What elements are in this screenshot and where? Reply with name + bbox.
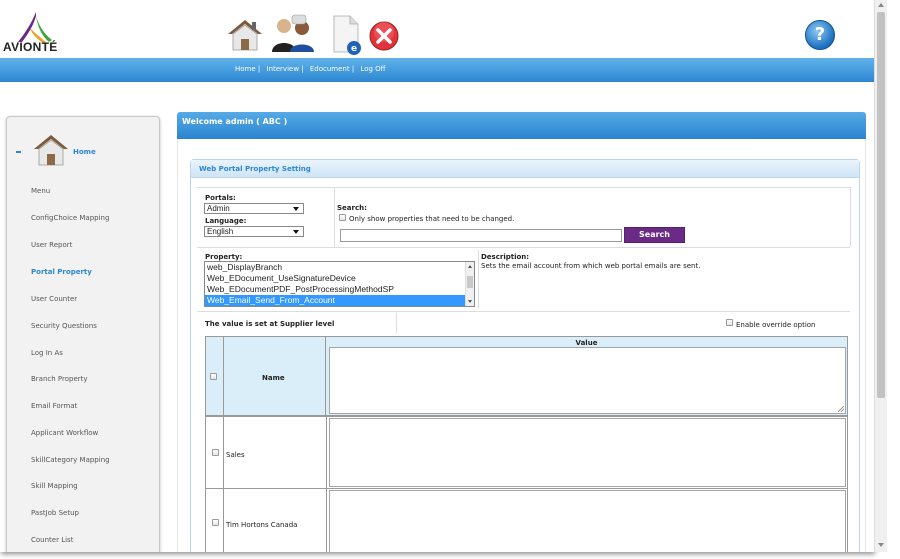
row-checkbox[interactable] [212, 519, 219, 526]
divider [334, 187, 335, 247]
divider [197, 187, 850, 188]
listbox-scrollbar[interactable] [465, 262, 474, 306]
page-scrollbar[interactable] [874, 0, 887, 552]
table-row-divider [205, 416, 848, 417]
sidebar-item-pastjob-setup[interactable]: PastJob Setup [31, 509, 79, 517]
sidebar-item-counter-list[interactable]: Counter List [31, 536, 73, 544]
search-label: Search: [337, 204, 367, 212]
sidebar-item-email-format[interactable]: Email Format [31, 402, 77, 410]
scroll-thumb[interactable] [877, 12, 885, 398]
nav-edocument-link[interactable]: Edocument | [310, 65, 354, 73]
property-option[interactable]: Web_EDocument_UseSignatureDevice [205, 273, 474, 284]
portals-value: Admin [207, 204, 230, 213]
property-option[interactable]: web_DisplayBranch [205, 262, 474, 273]
scroll-up-icon[interactable] [468, 265, 472, 268]
row-name: Sales [226, 451, 245, 459]
sidebar-item-user-report[interactable]: User Report [31, 241, 72, 249]
sidebar-item-configchoice-mapping[interactable]: ConfigChoice Mapping [31, 214, 109, 222]
panel-title: Web Portal Property Setting [199, 165, 311, 173]
select-all-checkbox[interactable] [210, 373, 217, 380]
language-select[interactable]: English [204, 226, 304, 237]
name-header: Name [262, 374, 285, 382]
search-button[interactable]: Search [624, 227, 685, 243]
chevron-down-icon [293, 207, 299, 211]
sidebar-item-skillcategory-mapping[interactable]: SkillCategory Mapping [31, 456, 110, 464]
portals-select[interactable]: Admin [204, 203, 304, 214]
logoff-icon[interactable] [368, 20, 400, 52]
search-input[interactable] [340, 229, 622, 242]
divider [197, 311, 850, 312]
collapse-icon[interactable] [16, 151, 21, 153]
scroll-thumb[interactable] [467, 276, 473, 288]
scroll-up-icon[interactable] [878, 3, 884, 7]
table-divider [223, 336, 224, 552]
row-value-textarea[interactable] [329, 418, 846, 487]
row-name: Tim Hortons Canada [226, 521, 298, 529]
row-value-textarea[interactable] [329, 490, 846, 552]
language-label: Language: [205, 217, 247, 225]
row-checkbox[interactable] [212, 449, 219, 456]
scroll-down-icon[interactable] [468, 300, 472, 303]
divider [478, 250, 479, 308]
welcome-text: Welcome admin ( ABC ) [182, 117, 288, 126]
override-checkbox[interactable] [726, 319, 733, 326]
scroll-down-icon[interactable] [878, 543, 884, 547]
app-window: AVIONTÉ e ? Home | Interview | Edocument… [0, 0, 874, 552]
logo-text: AVIONTÉ [3, 40, 58, 54]
sidebar-home-label[interactable]: Home [73, 148, 96, 156]
svg-text:e: e [351, 44, 357, 54]
panel-header: Web Portal Property Setting [191, 160, 859, 178]
description-label: Description: [481, 253, 530, 261]
help-icon[interactable]: ? [805, 20, 835, 50]
sidebar-item-user-counter[interactable]: User Counter [31, 295, 77, 303]
default-value-textarea[interactable] [329, 347, 846, 414]
description-text: Sets the email account from which web po… [481, 262, 701, 270]
value-header: Value [575, 339, 598, 347]
level-text: The value is set at Supplier level [205, 320, 335, 328]
divider [850, 187, 851, 247]
edocument-icon[interactable]: e [330, 14, 364, 56]
sidebar-item-portal-property[interactable]: Portal Property [31, 268, 92, 276]
welcome-bar: Welcome admin ( ABC ) [177, 112, 866, 139]
property-listbox[interactable]: web_DisplayBranch Web_EDocument_UseSigna… [204, 261, 475, 307]
sidebar-home[interactable]: Home [7, 117, 159, 177]
language-value: English [207, 227, 234, 236]
portals-label: Portals: [205, 194, 236, 202]
sidebar-item-security-questions[interactable]: Security Questions [31, 322, 97, 330]
property-label: Property: [205, 253, 243, 261]
top-navbar: Home | Interview | Edocument | Log Off [0, 58, 874, 82]
only-show-checkbox[interactable] [339, 214, 346, 221]
sidebar-item-branch-property[interactable]: Branch Property [31, 375, 88, 383]
chevron-down-icon [293, 230, 299, 234]
override-label: Enable override option [736, 321, 816, 329]
nav-interview-link[interactable]: Interview | [267, 65, 304, 73]
property-option-selected[interactable]: Web_Email_Send_From_Account [205, 295, 474, 306]
divider [197, 247, 850, 248]
home-icon[interactable] [224, 16, 266, 54]
only-show-label: Only show properties that need to be cha… [349, 215, 515, 223]
sidebar: Home [6, 116, 160, 552]
table-row-divider [205, 488, 848, 489]
sidebar-item-log-in-as[interactable]: Log In As [31, 349, 63, 357]
resize-grip-icon[interactable] [838, 406, 844, 412]
nav-logoff-link[interactable]: Log Off [360, 65, 385, 73]
interview-icon[interactable] [270, 14, 316, 54]
sidebar-item-skill-mapping[interactable]: Skill Mapping [31, 482, 78, 490]
sidebar-item-applicant-workflow[interactable]: Applicant Workflow [31, 429, 98, 437]
property-option[interactable]: Web_EDocumentPDF_PostProcessingMethodSP [205, 284, 474, 295]
nav-home-link[interactable]: Home | [235, 65, 260, 73]
divider [396, 313, 397, 333]
sidebar-item-menu[interactable]: Menu [31, 187, 50, 195]
sidebar-home-icon [34, 135, 68, 166]
